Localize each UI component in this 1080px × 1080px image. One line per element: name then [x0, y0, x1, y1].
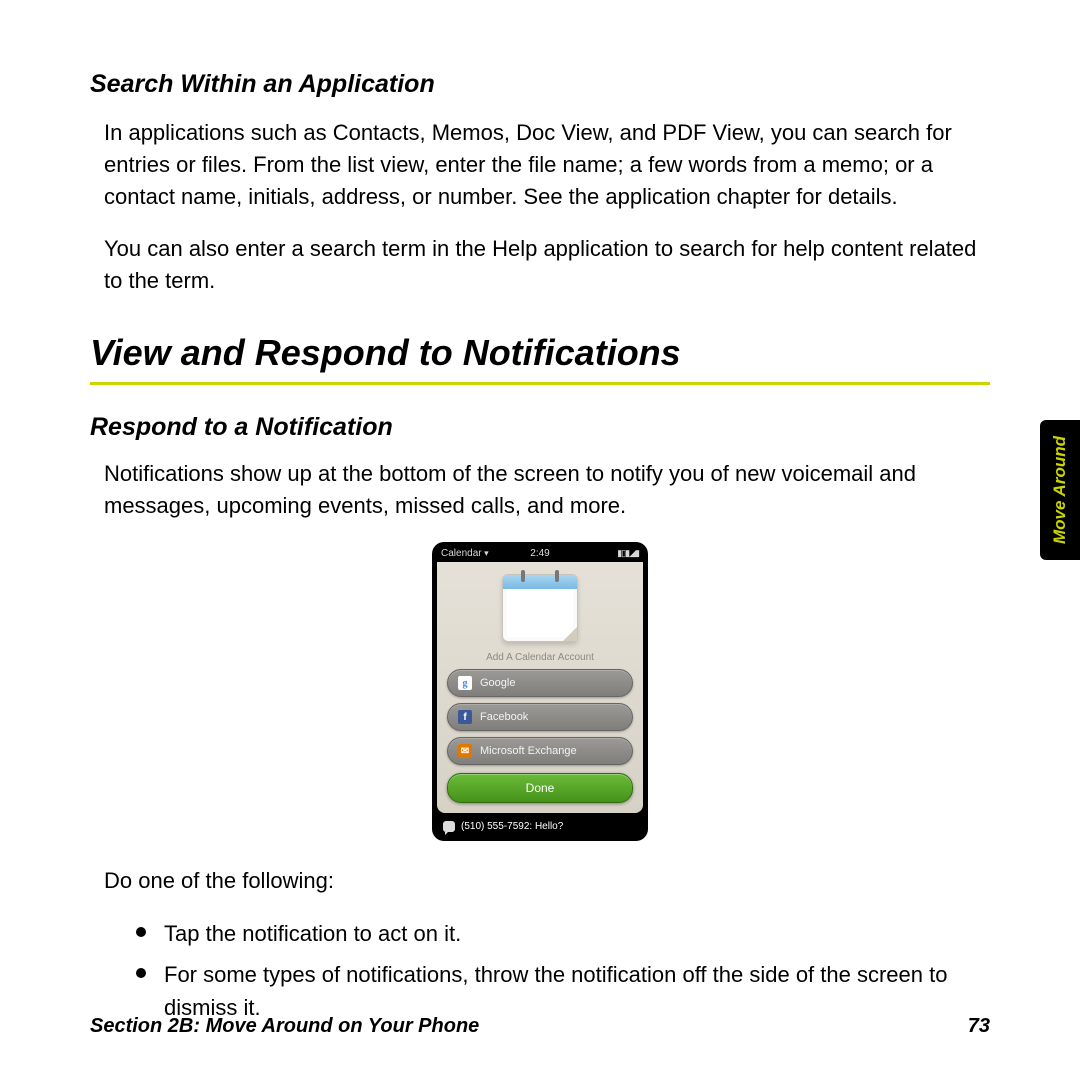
option-facebook-label: Facebook [480, 711, 528, 723]
paragraph-notif: Notifications show up at the bottom of t… [104, 458, 990, 522]
done-button[interactable]: Done [447, 773, 633, 803]
option-exchange[interactable]: ✉ Microsoft Exchange [447, 737, 633, 765]
bullet-list: Tap the notification to act on it. For s… [136, 917, 990, 1024]
notification-bar[interactable]: (510) 555-7592: Hello? [437, 817, 643, 836]
google-icon: g [458, 676, 472, 690]
exchange-icon: ✉ [458, 744, 472, 758]
add-account-label: Add A Calendar Account [445, 652, 635, 663]
facebook-icon: f [458, 710, 472, 724]
option-google-label: Google [480, 677, 515, 689]
option-facebook[interactable]: f Facebook [447, 703, 633, 731]
option-exchange-label: Microsoft Exchange [480, 745, 577, 757]
paragraph-search-2: You can also enter a search term in the … [104, 233, 990, 297]
paragraph-search-1: In applications such as Contacts, Memos,… [104, 117, 990, 213]
page-footer: Section 2B: Move Around on Your Phone 73 [90, 1015, 990, 1038]
do-one-text: Do one of the following: [104, 865, 990, 897]
side-tab: Move Around [1040, 420, 1080, 560]
manual-page: Search Within an Application In applicat… [0, 0, 1080, 1080]
phone-frame: Calendar 2:49 ▮▯▮◢▮ Add A Calendar Accou… [432, 542, 648, 841]
status-time: 2:49 [432, 548, 648, 559]
section-divider [90, 382, 990, 385]
heading-view-respond: View and Respond to Notifications [90, 332, 990, 374]
heading-search-within: Search Within an Application [90, 70, 990, 99]
calendar-icon [502, 574, 578, 642]
phone-screenshot: Calendar 2:49 ▮▯▮◢▮ Add A Calendar Accou… [90, 542, 990, 841]
message-icon [443, 821, 455, 832]
heading-respond-notif: Respond to a Notification [90, 413, 990, 442]
phone-body: Add A Calendar Account g Google f Facebo… [437, 562, 643, 813]
notification-text: (510) 555-7592: Hello? [461, 821, 563, 832]
footer-page-number: 73 [968, 1015, 990, 1038]
status-bar: Calendar 2:49 ▮▯▮◢▮ [437, 547, 643, 562]
side-tab-label: Move Around [1050, 436, 1070, 544]
bullet-1: Tap the notification to act on it. [136, 917, 990, 950]
done-button-label: Done [526, 781, 555, 795]
footer-section: Section 2B: Move Around on Your Phone [90, 1015, 479, 1038]
option-google[interactable]: g Google [447, 669, 633, 697]
